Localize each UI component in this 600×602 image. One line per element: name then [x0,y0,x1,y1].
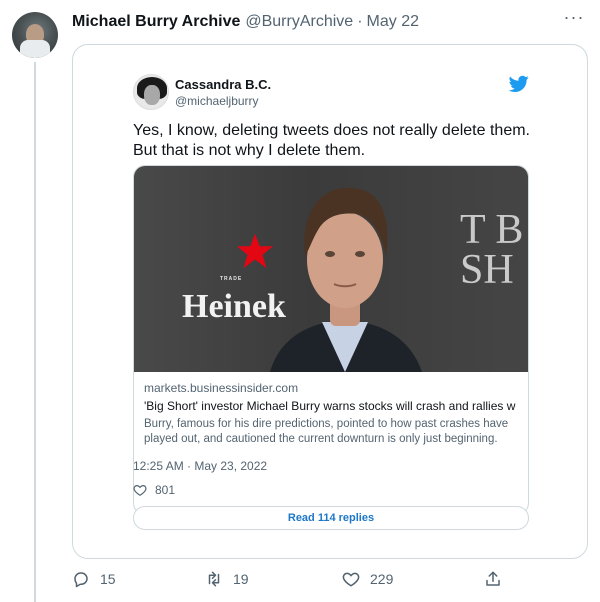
author-avatar[interactable] [12,12,58,58]
image-trade-text: TRADE [220,276,243,282]
quoted-tweet-card[interactable]: Cassandra B.C. @michaeljburry Yes, I kno… [72,44,588,559]
quoted-author-avatar[interactable] [133,74,169,110]
avatar-face [144,85,160,105]
quoted-timestamp[interactable]: 12:25 AM · May 23, 2022 [133,459,267,473]
like-button[interactable]: 229 [342,570,393,588]
twitter-bird-icon [509,75,529,92]
reply-button[interactable]: 15 [72,570,116,588]
reply-icon [74,572,88,588]
tweet-header: Michael Burry Archive @BurryArchive · Ma… [72,12,419,32]
link-title[interactable]: 'Big Short' investor Michael Burry warns… [144,399,516,413]
link-description: Burry, famous for his dire predictions, … [144,418,509,445]
author-name[interactable]: Michael Burry Archive [72,13,240,31]
avatar-shirt [20,40,50,58]
read-replies-button[interactable]: Read 114 replies [133,506,529,530]
more-icon[interactable]: ··· [562,8,586,30]
quoted-author-name[interactable]: Cassandra B.C. [175,77,271,92]
quoted-author-handle[interactable]: @michaeljburry [175,94,259,108]
share-icon [486,571,500,586]
heart-icon [342,572,360,587]
quoted-like-row[interactable]: 801 [133,483,175,497]
link-domain: markets.businessinsider.com [144,381,299,395]
separator-dot: · [357,13,363,30]
tweet-date[interactable]: May 22 [367,13,419,31]
tweet-actions: 15 19 229 [72,570,600,598]
share-button[interactable] [484,570,502,588]
quoted-tweet-text: Yes, I know, deleting tweets does not re… [133,122,530,159]
thread-line [34,62,36,602]
person-photo [270,187,422,372]
author-handle[interactable]: @BurryArchive [245,13,353,31]
image-poster-text: T B SH [460,207,524,293]
like-count: 229 [370,571,394,587]
retweet-count: 19 [233,571,249,587]
quoted-like-count: 801 [155,483,176,497]
heart-icon[interactable] [133,483,147,497]
retweet-icon [208,571,220,587]
reply-count: 15 [100,571,116,587]
link-preview-image[interactable]: TRADE Heinek T B SH [134,166,528,372]
retweet-button[interactable]: 19 [205,570,249,588]
